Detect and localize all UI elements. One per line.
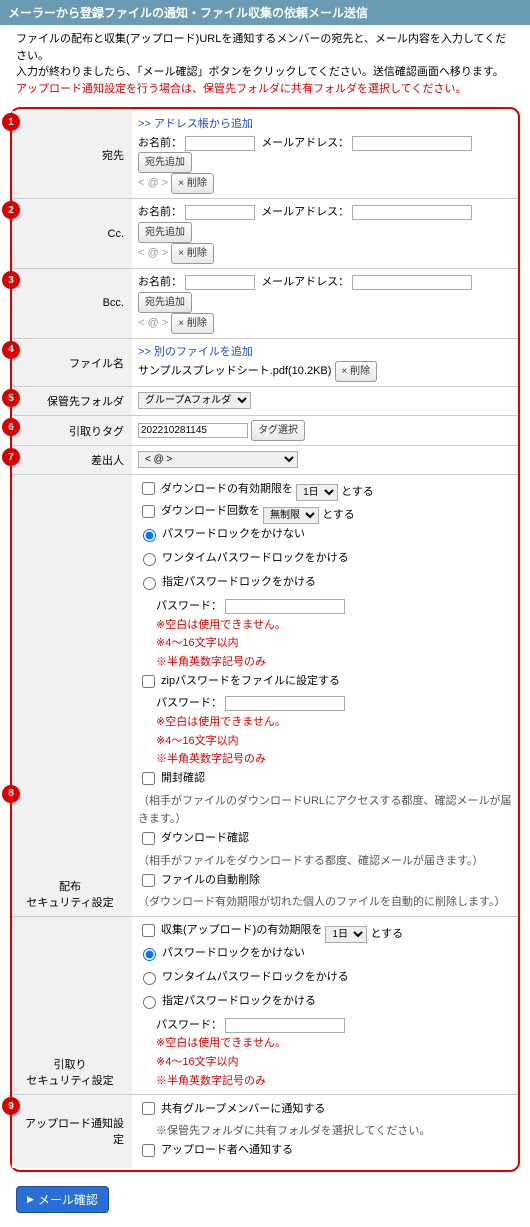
dl-count-select[interactable]: 無制限 bbox=[263, 507, 319, 524]
row-sender: 7 差出人 < @ > bbox=[12, 445, 518, 474]
to-entry: < @ > bbox=[138, 177, 168, 189]
collect-pw-set-radio[interactable]: 指定パスワードロックをかける bbox=[138, 992, 316, 1011]
collect-security-label: 引取り セキュリティ設定 bbox=[12, 917, 132, 1095]
step-8-icon: 8 bbox=[2, 785, 20, 803]
page-title: メーラーから登録ファイルの通知・ファイル収集の依頼メール送信 bbox=[0, 0, 530, 25]
dist-pw-set-radio[interactable]: 指定パスワードロックをかける bbox=[138, 573, 316, 592]
dist-pw-warn2: ※4～16文字以内 bbox=[156, 637, 239, 649]
collect-pw-warn3: ※半角英数字記号のみ bbox=[156, 1075, 266, 1087]
notify-group-note: ※保管先フォルダに共有フォルダを選択してください。 bbox=[138, 1125, 430, 1137]
email-label: メールアドレス： bbox=[261, 206, 349, 218]
zip-pw-label: パスワード： bbox=[156, 697, 222, 709]
dist-pw-none-radio[interactable]: パスワードロックをかけない bbox=[138, 525, 305, 544]
notify-uploader-check[interactable]: アップロード者へ通知する bbox=[138, 1141, 293, 1160]
row-filename: 4 ファイル名 >> 別のファイルを追加 サンプルスプレッドシート.pdf(10… bbox=[12, 338, 518, 387]
file-name: サンプルスプレッドシート.pdf(10.2KB) bbox=[138, 365, 331, 377]
upload-notify-label: アップロード通知設定 bbox=[12, 1095, 132, 1167]
email-label: メールアドレス： bbox=[261, 137, 349, 149]
dist-security-label: 配布 セキュリティ設定 bbox=[12, 475, 132, 915]
step-4-icon: 4 bbox=[2, 341, 20, 359]
to-delete-button[interactable]: × 削除 bbox=[171, 173, 214, 194]
collect-pw-warn1: ※空白は使用できません。 bbox=[156, 1037, 286, 1049]
dist-pw-label: パスワード： bbox=[156, 600, 222, 612]
notify-group-check[interactable]: 共有グループメンバーに通知する bbox=[138, 1099, 325, 1118]
form-area: 1 宛先 >> アドレス帳から追加 お名前： メールアドレス： 宛先追加 < @… bbox=[10, 107, 520, 1172]
folder-label: 保管先フォルダ bbox=[12, 387, 132, 415]
zip-pw-warn1: ※空白は使用できません。 bbox=[156, 716, 286, 728]
intro-line-2: 入力が終わりましたら、「メール確認」ボタンをクリックしてください。送信確認画面へ… bbox=[16, 64, 514, 81]
bcc-delete-button[interactable]: × 削除 bbox=[171, 313, 214, 334]
dist-pw-warn3: ※半角英数字記号のみ bbox=[156, 656, 266, 668]
cc-delete-button[interactable]: × 削除 bbox=[171, 243, 214, 264]
bcc-name-input[interactable] bbox=[185, 275, 255, 290]
step-3-icon: 3 bbox=[2, 271, 20, 289]
intro-line-1: ファイルの配布と収集(アップロード)URLを通知するメンバーの宛先と、メール内容… bbox=[16, 31, 514, 64]
name-label: お名前： bbox=[138, 206, 182, 218]
dist-pw-otp-radio[interactable]: ワンタイムパスワードロックをかける bbox=[138, 549, 349, 568]
collect-pw-otp-radio[interactable]: ワンタイムパスワードロックをかける bbox=[138, 968, 349, 987]
dist-pw-warn1: ※空白は使用できません。 bbox=[156, 619, 286, 631]
cc-label: Cc. bbox=[12, 199, 132, 268]
name-label: お名前： bbox=[138, 137, 182, 149]
dist-pw-input[interactable] bbox=[225, 599, 345, 614]
dl-expiry-select[interactable]: 1日 bbox=[296, 484, 338, 501]
tag-label: 引取りタグ bbox=[12, 416, 132, 445]
bcc-entry: < @ > bbox=[138, 317, 168, 329]
row-to: 1 宛先 >> アドレス帳から追加 お名前： メールアドレス： 宛先追加 < @… bbox=[12, 111, 518, 198]
row-cc: 2 Cc. お名前： メールアドレス： 宛先追加 < @ > × 削除 bbox=[12, 198, 518, 268]
folder-select[interactable]: グループAフォルダ bbox=[138, 392, 251, 409]
filename-label: ファイル名 bbox=[12, 339, 132, 387]
sender-label: 差出人 bbox=[12, 446, 132, 474]
to-label: 宛先 bbox=[12, 111, 132, 198]
auto-delete-check[interactable]: ファイルの自動削除 bbox=[138, 871, 260, 890]
tag-select-button[interactable]: タグ選択 bbox=[251, 420, 305, 441]
collect-pw-label: パスワード： bbox=[156, 1019, 222, 1031]
dl-expiry-suffix: とする bbox=[341, 486, 374, 498]
row-bcc: 3 Bcc. お名前： メールアドレス： 宛先追加 < @ > × 削除 bbox=[12, 268, 518, 338]
row-upload-notify: 9 アップロード通知設定 共有グループメンバーに通知する ※保管先フォルダに共有… bbox=[12, 1094, 518, 1167]
sender-select[interactable]: < @ > bbox=[138, 451, 298, 468]
name-label: お名前： bbox=[138, 276, 182, 288]
bcc-email-input[interactable] bbox=[352, 275, 472, 290]
row-security: 8 配布 セキュリティ設定 ダウンロードの有効期限を 1日 とする ダウンロード… bbox=[12, 474, 518, 1094]
up-expiry-check[interactable]: 収集(アップロード)の有効期限を bbox=[138, 921, 322, 940]
add-from-addressbook-link[interactable]: >> アドレス帳から追加 bbox=[138, 118, 253, 130]
dl-confirm-note: （相手がファイルをダウンロードする都度、確認メールが届きます。） bbox=[138, 855, 483, 867]
cc-email-input[interactable] bbox=[352, 205, 472, 220]
to-add-button[interactable]: 宛先追加 bbox=[138, 152, 192, 173]
file-delete-button[interactable]: × 削除 bbox=[335, 361, 378, 382]
step-1-icon: 1 bbox=[2, 113, 20, 131]
bcc-add-button[interactable]: 宛先追加 bbox=[138, 292, 192, 313]
zip-pw-check[interactable]: zipパスワードをファイルに設定する bbox=[138, 672, 340, 691]
cc-entry: < @ > bbox=[138, 247, 168, 259]
row-tag: 6 引取りタグ タグ選択 bbox=[12, 415, 518, 445]
cc-name-input[interactable] bbox=[185, 205, 255, 220]
collect-pw-warn2: ※4～16文字以内 bbox=[156, 1056, 239, 1068]
cc-add-button[interactable]: 宛先追加 bbox=[138, 222, 192, 243]
up-expiry-suffix: とする bbox=[370, 928, 403, 940]
to-name-input[interactable] bbox=[185, 136, 255, 151]
mail-confirm-button[interactable]: メール確認 bbox=[16, 1186, 109, 1213]
intro-text: ファイルの配布と収集(アップロード)URLを通知するメンバーの宛先と、メール内容… bbox=[0, 25, 530, 107]
collect-pw-input[interactable] bbox=[225, 1018, 345, 1033]
open-confirm-note: （相手がファイルのダウンロードURLにアクセスする都度、確認メールが届きます。） bbox=[138, 795, 511, 826]
dl-expiry-check[interactable]: ダウンロードの有効期限を bbox=[138, 479, 293, 498]
dl-count-suffix: とする bbox=[322, 509, 355, 521]
intro-warning: アップロード通知設定を行う場合は、保管先フォルダに共有フォルダを選択してください… bbox=[16, 81, 514, 98]
to-email-input[interactable] bbox=[352, 136, 472, 151]
collect-pw-none-radio[interactable]: パスワードロックをかけない bbox=[138, 944, 305, 963]
tag-input[interactable] bbox=[138, 423, 248, 438]
zip-pw-warn2: ※4～16文字以内 bbox=[156, 735, 239, 747]
row-folder: 5 保管先フォルダ グループAフォルダ bbox=[12, 386, 518, 415]
bcc-label: Bcc. bbox=[12, 269, 132, 338]
dl-confirm-check[interactable]: ダウンロード確認 bbox=[138, 829, 249, 848]
dl-count-check[interactable]: ダウンロード回数を bbox=[138, 502, 260, 521]
auto-delete-note: （ダウンロード有効期限が切れた個人のファイルを自動的に削除します。） bbox=[138, 896, 505, 908]
open-confirm-check[interactable]: 開封確認 bbox=[138, 769, 205, 788]
add-file-link[interactable]: >> 別のファイルを追加 bbox=[138, 346, 253, 358]
up-expiry-select[interactable]: 1日 bbox=[325, 926, 367, 943]
zip-pw-input[interactable] bbox=[225, 696, 345, 711]
zip-pw-warn3: ※半角英数字記号のみ bbox=[156, 753, 266, 765]
email-label: メールアドレス： bbox=[261, 276, 349, 288]
